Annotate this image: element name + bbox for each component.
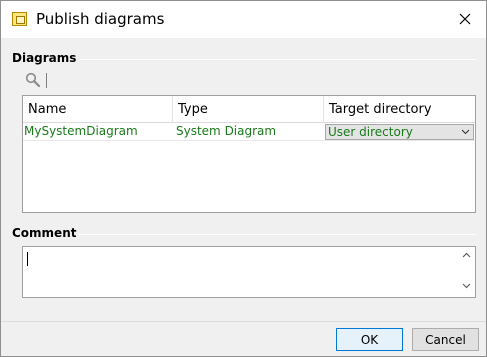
search-icon [25, 72, 41, 88]
target-directory-select[interactable]: User directory [325, 124, 474, 140]
dialog-footer: OK Cancel [1, 321, 486, 356]
scroll-down-icon[interactable] [462, 283, 471, 289]
cell-type: System Diagram [176, 124, 277, 138]
ok-button[interactable]: OK [336, 328, 403, 351]
cell-name: MySystemDiagram [24, 124, 138, 138]
chevron-down-icon [461, 129, 470, 135]
target-directory-value: User directory [328, 125, 413, 139]
diagram-window-icon [12, 12, 27, 26]
search-input-caret [46, 73, 47, 88]
comment-section-label: Comment [12, 226, 77, 240]
divider [80, 59, 476, 60]
divider [79, 234, 476, 235]
cancel-button[interactable]: Cancel [412, 328, 479, 351]
publish-diagrams-dialog: Publish diagrams Diagrams Name Type Targ… [0, 0, 487, 357]
column-header-type[interactable]: Type [173, 96, 324, 123]
comment-textarea[interactable] [22, 246, 476, 298]
title-bar: Publish diagrams [1, 1, 486, 38]
text-caret [27, 252, 28, 266]
dialog-body: Diagrams Name Type Target directory MySy… [1, 38, 486, 321]
search-field[interactable] [25, 72, 55, 90]
diagrams-table: Name Type Target directory MySystemDiagr… [22, 95, 476, 213]
table-row[interactable]: MySystemDiagram System Diagram User dire… [23, 123, 475, 141]
table-header: Name Type Target directory [23, 96, 475, 123]
window-title: Publish diagrams [36, 10, 165, 28]
diagrams-section-label: Diagrams [12, 51, 77, 65]
close-icon [459, 13, 471, 25]
scroll-up-icon[interactable] [462, 252, 471, 258]
vertical-scrollbar[interactable] [458, 247, 475, 297]
close-button[interactable] [450, 5, 480, 33]
column-header-name[interactable]: Name [23, 96, 173, 123]
column-header-target-directory[interactable]: Target directory [324, 96, 475, 123]
